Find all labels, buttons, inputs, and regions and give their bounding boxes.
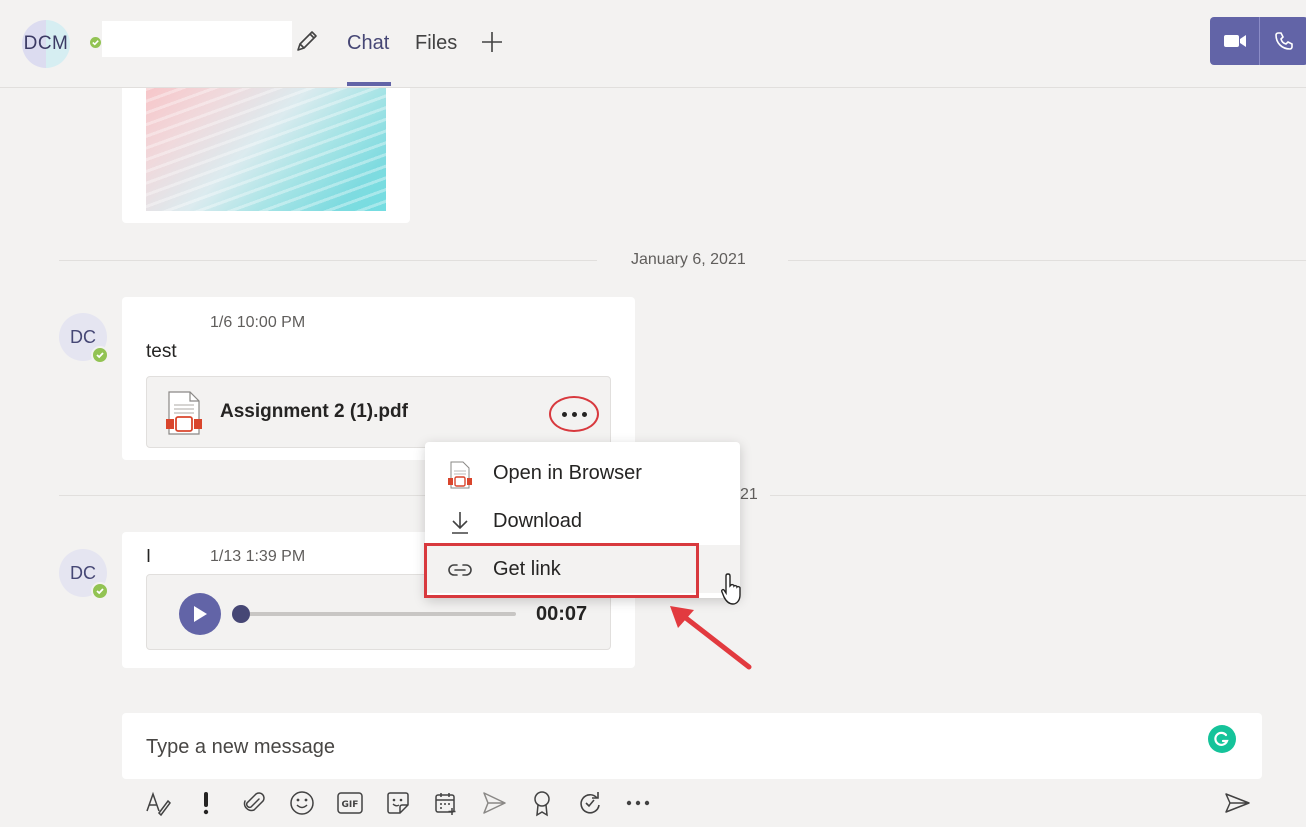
menu-item-download[interactable]: Download — [425, 497, 740, 545]
date-divider-line — [59, 260, 597, 261]
group-avatar[interactable]: DCM — [22, 20, 70, 68]
send-icon[interactable] — [1222, 788, 1252, 818]
attach-icon[interactable] — [239, 788, 269, 818]
shared-image[interactable] — [146, 88, 386, 211]
more-options-button[interactable] — [549, 396, 599, 432]
stream-icon[interactable] — [479, 788, 509, 818]
annotation-highlight-box — [424, 543, 699, 598]
presence-available-icon — [88, 35, 103, 50]
audio-duration: 00:07 — [536, 603, 588, 625]
loop-icon[interactable] — [575, 788, 605, 818]
date-divider-line — [59, 495, 425, 496]
phone-icon — [1275, 32, 1293, 50]
download-icon — [447, 509, 473, 535]
chat-header: DCM Chat Files — [0, 0, 1306, 88]
menu-item-open-in-browser[interactable]: Open in Browser — [425, 449, 740, 497]
message-text: I — [146, 546, 152, 566]
play-button[interactable] — [179, 593, 221, 635]
file-name[interactable]: Assignment 2 (1).pdf — [220, 401, 408, 423]
svg-text:GIF: GIF — [342, 800, 359, 810]
more-options-icon[interactable] — [623, 788, 653, 818]
active-tab-indicator — [347, 82, 391, 86]
edit-name-pencil-icon[interactable] — [294, 28, 320, 54]
message-input[interactable] — [146, 732, 1186, 762]
audio-call-button[interactable] — [1260, 17, 1306, 65]
message-timestamp: 1/13 1:39 PM — [210, 548, 306, 565]
schedule-meeting-icon[interactable] — [431, 788, 461, 818]
gif-icon[interactable]: GIF — [335, 788, 365, 818]
call-buttons — [1210, 17, 1306, 65]
praise-icon[interactable] — [527, 788, 557, 818]
annotation-arrow — [664, 600, 756, 677]
message-timestamp: 1/6 10:00 PM — [210, 314, 306, 331]
date-divider-line — [788, 260, 1306, 261]
audio-progress-thumb[interactable] — [232, 605, 250, 623]
menu-item-label: Download — [493, 509, 582, 532]
message-text: test — [146, 341, 177, 362]
chat-name-redacted — [102, 21, 292, 57]
plus-icon[interactable] — [480, 30, 504, 54]
date-divider-label: January 6, 2021 — [631, 251, 746, 268]
compose-box — [122, 713, 1262, 779]
presence-available-icon — [91, 346, 109, 364]
video-call-button[interactable] — [1210, 17, 1260, 65]
format-icon[interactable] — [143, 788, 173, 818]
date-divider-label: 21 — [740, 486, 758, 503]
presence-available-icon — [91, 582, 109, 600]
emoji-icon[interactable] — [287, 788, 317, 818]
important-icon[interactable] — [191, 788, 221, 818]
pdf-file-icon — [447, 461, 473, 489]
grammarly-icon[interactable] — [1208, 725, 1236, 753]
sticker-icon[interactable] — [383, 788, 413, 818]
pdf-file-icon — [165, 391, 203, 440]
audio-progress-track[interactable] — [233, 612, 516, 616]
video-camera-icon — [1223, 35, 1246, 47]
tab-files[interactable]: Files — [415, 32, 457, 55]
play-icon — [194, 606, 207, 622]
menu-item-label: Open in Browser — [493, 461, 642, 484]
date-divider-line — [770, 495, 1306, 496]
more-options-icon — [561, 411, 567, 417]
file-attachment-card[interactable]: Assignment 2 (1).pdf — [146, 376, 611, 448]
tab-chat[interactable]: Chat — [347, 32, 389, 55]
image-message — [122, 88, 410, 223]
